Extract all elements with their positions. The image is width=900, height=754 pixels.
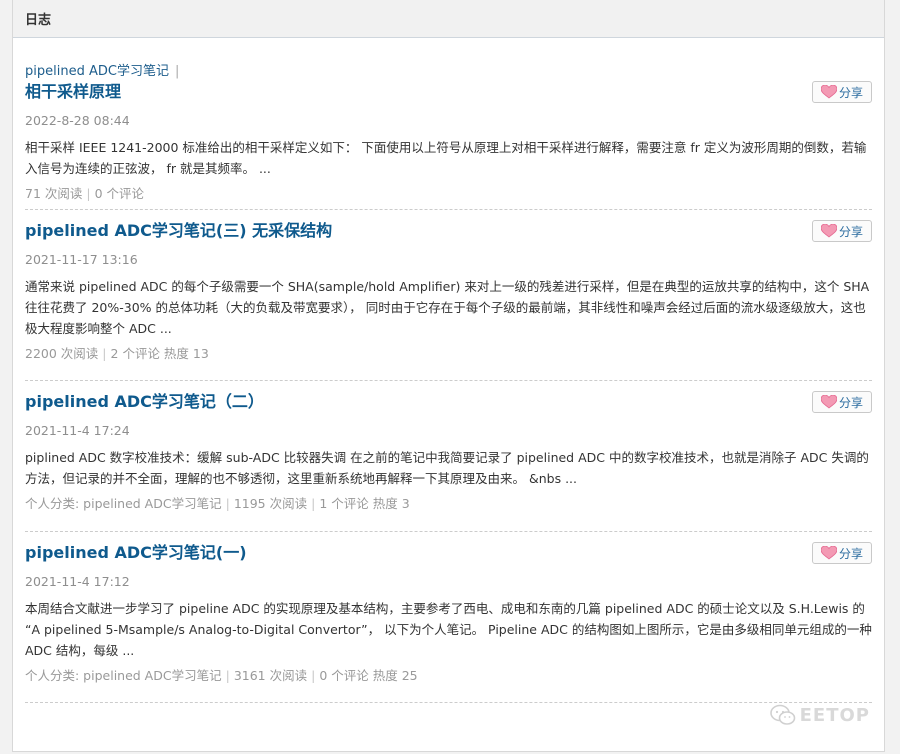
view-count: 2200 次阅读	[25, 346, 99, 361]
watermark-text: EETOP	[799, 704, 870, 726]
post-item: pipelined ADC学习笔记（二） 分享 2021-11-4 17:24 …	[25, 381, 872, 532]
share-button[interactable]: 分享	[812, 542, 872, 564]
heart-icon	[820, 395, 837, 409]
share-button[interactable]: 分享	[812, 220, 872, 242]
heart-icon	[820, 546, 837, 560]
post-title-link[interactable]: pipelined ADC学习笔记(一)	[25, 540, 872, 566]
post-item: pipelined ADC学习笔记(三) 无采保结构 分享 2021-11-17…	[25, 210, 872, 381]
comment-count[interactable]: 0 个评论 热度 25	[319, 668, 417, 683]
post-meta: 2200 次阅读 | 2 个评论 热度 13	[25, 346, 209, 361]
post-category[interactable]: 个人分类: pipelined ADC学习笔记	[25, 496, 222, 511]
post-excerpt: 本周结合文献进一步学习了 pipeline ADC 的实现原理及基本结构，主要参…	[25, 601, 872, 658]
post-date: 2021-11-17 13:16	[25, 252, 138, 267]
post-title-link[interactable]: pipelined ADC学习笔记（二）	[25, 389, 872, 415]
post-date: 2022-8-28 08:44	[25, 113, 130, 128]
panel-content: pipelined ADC学习笔记 | 相干采样原理 分享 2022-8-28 0…	[13, 60, 884, 703]
post-excerpt: piplined ADC 数字校准技术：缓解 sub-ADC 比较器失调 在之前…	[25, 450, 869, 486]
comment-count[interactable]: 1 个评论 热度 3	[319, 496, 409, 511]
post-date: 2021-11-4 17:12	[25, 574, 130, 589]
post-item: pipelined ADC学习笔记(一) 分享 2021-11-4 17:12 …	[25, 532, 872, 703]
post-date: 2021-11-4 17:24	[25, 423, 130, 438]
share-label: 分享	[838, 224, 863, 239]
category-link[interactable]: pipelined ADC学习笔记	[25, 64, 169, 79]
share-button[interactable]: 分享	[812, 391, 872, 413]
share-button[interactable]: 分享	[812, 81, 872, 103]
post-title-link[interactable]: 相干采样原理	[25, 79, 872, 105]
view-count: 3161 次阅读	[233, 668, 308, 683]
post-title-link[interactable]: pipelined ADC学习笔记(三) 无采保结构	[25, 218, 872, 244]
wechat-icon	[769, 704, 795, 725]
category-separator: |	[174, 64, 180, 79]
panel-header: 日志	[13, 0, 884, 38]
post-meta: 个人分类: pipelined ADC学习笔记 | 1195 次阅读 | 1 个评论 热…	[25, 496, 410, 511]
heart-icon	[820, 224, 837, 238]
watermark: EETOP	[769, 704, 870, 726]
post-meta: 个人分类: pipelined ADC学习笔记 | 3161 次阅读 | 0 个评论 热…	[25, 668, 418, 683]
view-count: 1195 次阅读	[233, 496, 308, 511]
panel-title: 日志	[25, 13, 52, 28]
share-label: 分享	[838, 546, 863, 561]
blog-panel: 日志 pipelined ADC学习笔记 | 相干采样原理 分享 2022-8-2…	[12, 0, 885, 752]
heart-icon	[820, 85, 837, 99]
view-count: 71 次阅读	[25, 186, 83, 201]
post-excerpt: 相干采样 IEEE 1241-2000 标准给出的相干采样定义如下： 下面使用以…	[25, 140, 867, 176]
post-category[interactable]: 个人分类: pipelined ADC学习笔记	[25, 668, 222, 683]
comment-count[interactable]: 0 个评论	[95, 186, 144, 201]
share-label: 分享	[838, 85, 863, 100]
post-item: 相干采样原理 分享 2022-8-28 08:44 相干采样 IEEE 1241…	[25, 79, 872, 210]
post-meta: 71 次阅读 | 0 个评论	[25, 186, 145, 201]
share-label: 分享	[838, 395, 863, 410]
post-excerpt: 通常来说 pipelined ADC 的每个子级需要一个 SHA(sample/…	[25, 279, 870, 336]
comment-count[interactable]: 2 个评论 热度 13	[111, 346, 209, 361]
